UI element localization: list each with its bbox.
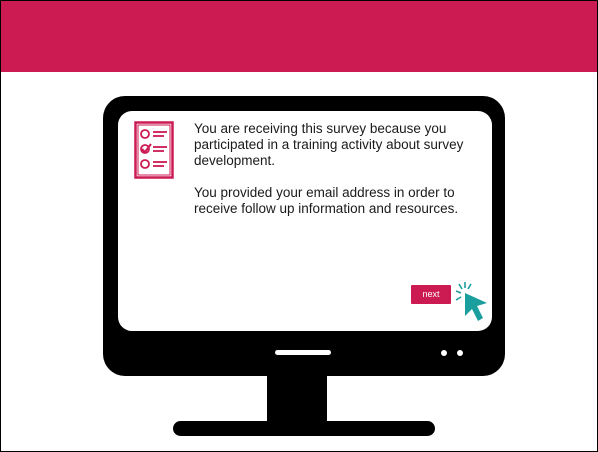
monitor-stand-neck — [267, 375, 327, 425]
monitor-indicator-dot — [457, 350, 463, 356]
next-button[interactable]: next — [411, 285, 451, 304]
click-cursor-icon — [455, 282, 487, 321]
survey-message: You are receiving this survey because yo… — [194, 121, 484, 217]
slide: You are receiving this survey because yo… — [0, 0, 598, 452]
monitor-stand-base — [173, 421, 435, 436]
monitor-bezel-bar — [275, 350, 331, 355]
monitor-indicator-dot — [441, 350, 447, 356]
message-paragraph-2: You provided your email address in order… — [194, 185, 459, 216]
screen-content: You are receiving this survey because yo… — [120, 111, 490, 326]
survey-checklist-icon — [134, 121, 174, 179]
message-paragraph-1: You are receiving this survey because yo… — [194, 121, 464, 168]
